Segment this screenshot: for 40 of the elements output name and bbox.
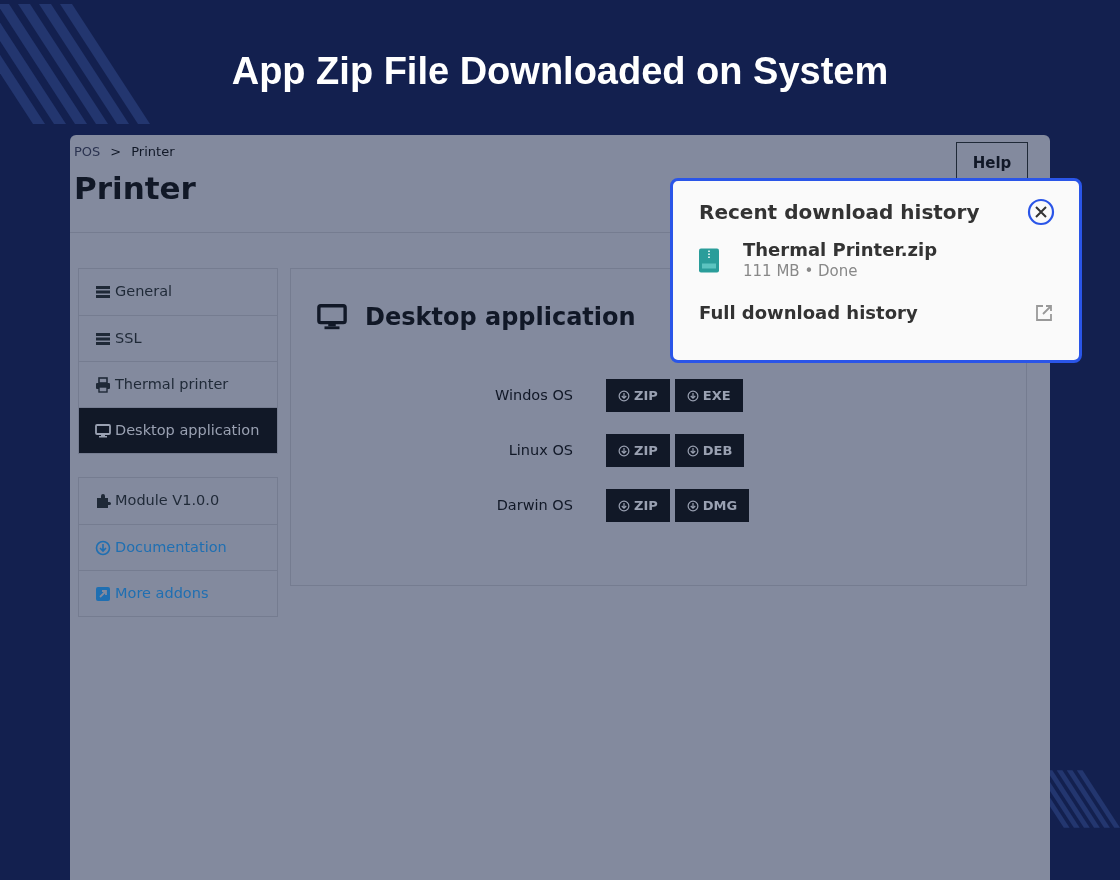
page-title: Printer	[74, 169, 196, 208]
server-icon	[95, 330, 111, 347]
download-icon	[686, 499, 699, 512]
sidebar-item[interactable]: General	[79, 269, 277, 315]
headline: App Zip File Downloaded on System	[231, 49, 889, 94]
download-button[interactable]: ZIP	[606, 434, 670, 467]
os-label: Linux OS	[507, 440, 573, 460]
breadcrumb-link[interactable]: POS	[74, 144, 101, 160]
external-link-icon[interactable]	[1035, 303, 1053, 322]
download-icon	[95, 539, 111, 556]
server-icon	[95, 284, 111, 300]
sidebar-item[interactable]: SSL	[79, 315, 277, 361]
download-button[interactable]: ZIP	[606, 379, 670, 412]
sidebar-item[interactable]: Desktop application	[79, 407, 277, 453]
download-button[interactable]: DMG	[674, 489, 750, 522]
close-icon[interactable]	[1027, 198, 1055, 226]
download-icon	[618, 389, 630, 402]
download-icon	[618, 444, 630, 457]
file-name[interactable]: Thermal Printer.zip	[743, 239, 938, 261]
monitor-icon	[95, 422, 111, 439]
sidebar-item[interactable]: Module V1.0.0	[79, 478, 277, 524]
monitor-icon	[317, 302, 347, 332]
popup-title: Recent download history	[699, 199, 980, 226]
download-icon	[686, 444, 699, 457]
breadcrumb-separator: >	[110, 144, 122, 160]
breadcrumb-link[interactable]: Printer	[131, 144, 175, 160]
puzzle-icon	[95, 493, 111, 509]
download-icon	[618, 499, 630, 512]
panel-title: Desktop application	[365, 302, 636, 333]
download-button[interactable]: EXE	[674, 379, 743, 412]
download-button[interactable]: DEB	[674, 434, 745, 467]
external-link-icon	[95, 585, 111, 602]
file-status: 111 MB • Done	[743, 261, 859, 281]
download-button[interactable]: ZIP	[606, 489, 670, 522]
download-icon	[686, 389, 699, 402]
os-label: Windos OS	[493, 385, 573, 405]
printer-icon	[95, 376, 111, 393]
zip-file-icon	[699, 247, 719, 273]
full-history-link[interactable]: Full download history	[699, 299, 918, 326]
os-label: Darwin OS	[495, 495, 573, 515]
